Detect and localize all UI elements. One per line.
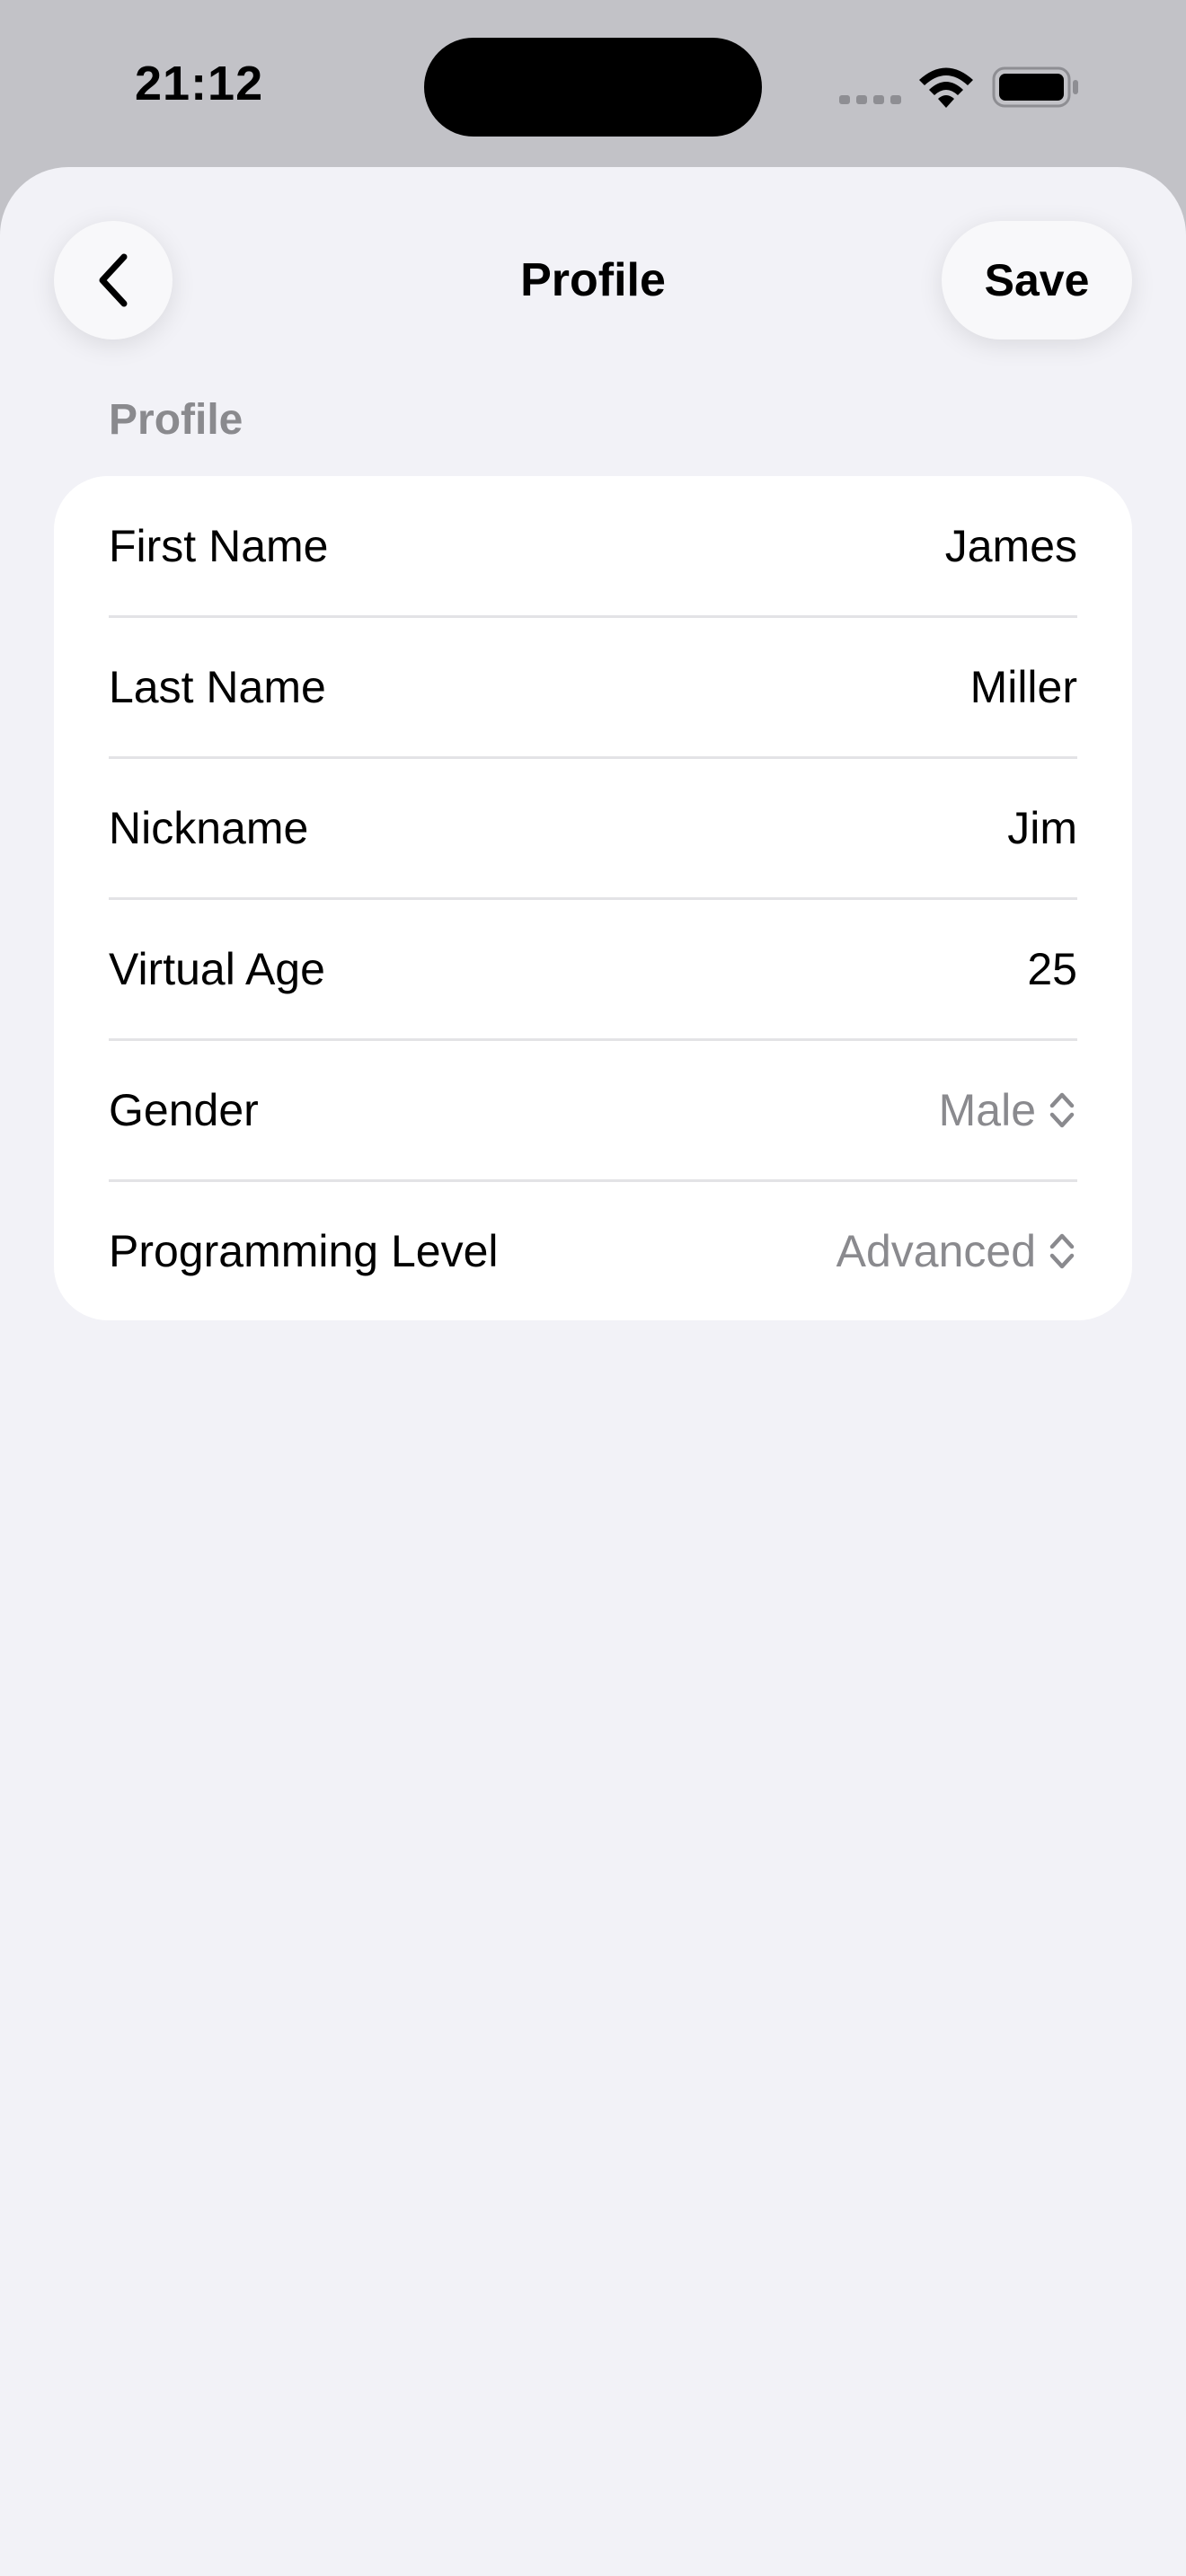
profile-form-card: First Name James Last Name Miller Nickna… (54, 476, 1132, 1320)
save-button[interactable]: Save (942, 221, 1132, 340)
first-name-label: First Name (109, 521, 329, 571)
chevron-up-down-icon (1049, 1233, 1075, 1269)
chevron-up-down-icon (1049, 1092, 1075, 1128)
status-bar: 21:12 (0, 0, 1186, 167)
chevron-left-icon (99, 253, 128, 307)
virtual-age-label: Virtual Age (109, 944, 325, 994)
gender-row[interactable]: Gender Male (109, 1040, 1077, 1180)
programming-level-picker[interactable]: Advanced (836, 1225, 1077, 1277)
programming-level-label: Programming Level (109, 1226, 499, 1276)
programming-level-row[interactable]: Programming Level Advanced (109, 1181, 1077, 1320)
last-name-field[interactable]: Miller (970, 661, 1077, 713)
gender-picker-value: Male (938, 1085, 1036, 1135)
gender-picker[interactable]: Male (939, 1084, 1077, 1136)
last-name-label: Last Name (109, 662, 326, 712)
virtual-age-field[interactable]: 25 (1027, 943, 1077, 995)
nickname-label: Nickname (109, 803, 309, 853)
status-time: 21:12 (135, 57, 264, 110)
back-button[interactable] (54, 221, 173, 340)
wifi-icon (919, 67, 973, 108)
cellular-signal-icon (839, 95, 901, 104)
nickname-field[interactable]: Jim (1007, 802, 1077, 854)
last-name-row[interactable]: Last Name Miller (109, 617, 1077, 757)
virtual-age-row[interactable]: Virtual Age 25 (109, 899, 1077, 1039)
first-name-field[interactable]: James (945, 520, 1077, 572)
page-title: Profile (520, 254, 666, 306)
battery-icon (992, 66, 1078, 108)
section-header: Profile (109, 396, 243, 444)
first-name-row[interactable]: First Name James (109, 476, 1077, 616)
programming-level-picker-value: Advanced (836, 1226, 1036, 1276)
profile-sheet: Profile Save Profile First Name James La… (0, 167, 1186, 2576)
gender-label: Gender (109, 1085, 259, 1135)
dynamic-island (424, 38, 762, 137)
nickname-row[interactable]: Nickname Jim (109, 758, 1077, 898)
